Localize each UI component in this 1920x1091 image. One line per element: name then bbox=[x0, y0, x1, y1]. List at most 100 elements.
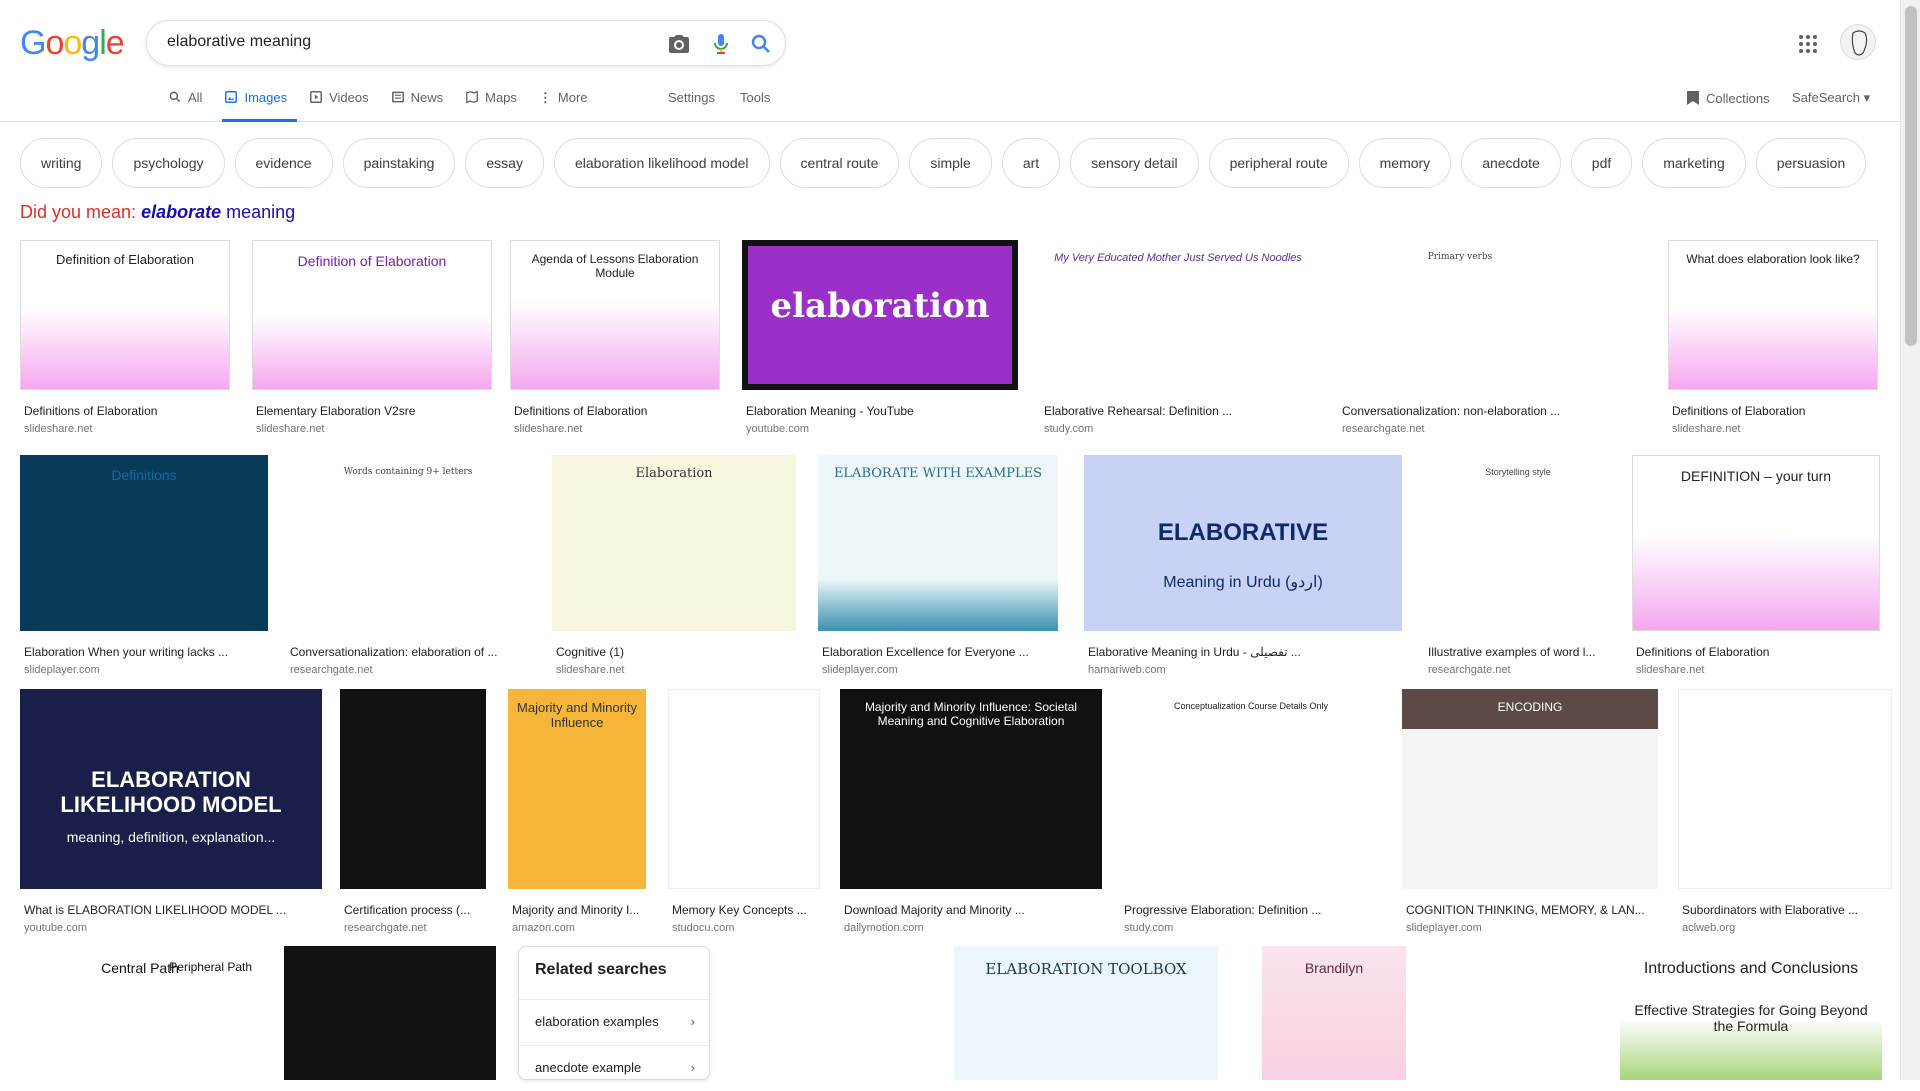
image-result[interactable]: My Very Educated Mother Just Served Us N… bbox=[1040, 240, 1316, 438]
google-logo[interactable]: Google bbox=[20, 24, 125, 63]
result-thumbnail[interactable]: elaboration bbox=[742, 240, 1018, 390]
result-thumbnail[interactable]: ELABORATION TOOLBOX bbox=[954, 946, 1218, 1080]
result-title[interactable]: Elementary Elaboration V2sre bbox=[256, 404, 488, 418]
result-source[interactable]: slideshare.net bbox=[1672, 423, 1741, 435]
result-title[interactable]: Definitions of Elaboration bbox=[514, 404, 716, 418]
result-thumbnail[interactable]: What does elaboration look like? bbox=[1668, 240, 1878, 390]
suggestion-chip[interactable]: pdf bbox=[1570, 138, 1633, 188]
image-result[interactable]: Subordinators with Elaborative ... aclweb… bbox=[1678, 689, 1892, 937]
result-title[interactable]: Conversationalization: elaboration of ..… bbox=[290, 645, 526, 659]
tab-news[interactable]: News bbox=[389, 84, 454, 122]
result-title[interactable]: Subordinators with Elaborative ... bbox=[1682, 903, 1888, 917]
result-thumbnail[interactable]: ELABORATION LIKELIHOOD MODEL meaning, def… bbox=[20, 689, 322, 889]
result-thumbnail[interactable] bbox=[730, 946, 938, 1080]
image-result[interactable]: Definition of Elaboration Elementary Elab… bbox=[252, 240, 492, 438]
result-thumbnail[interactable]: Majority and Minority Influence bbox=[508, 689, 646, 889]
image-result[interactable]: Definitions Elaboration When your writing… bbox=[20, 455, 268, 679]
result-thumbnail[interactable]: Definitions bbox=[20, 455, 268, 631]
result-source[interactable]: slideplayer.com bbox=[24, 664, 100, 676]
image-result[interactable]: Primary verbs Conversationalization: non-… bbox=[1338, 240, 1582, 438]
image-result[interactable]: Certification process (... researchgate.n… bbox=[340, 689, 486, 937]
image-result[interactable]: ELABORATE WITH EXAMPLES Elaboration Excel… bbox=[818, 455, 1058, 679]
image-result[interactable]: Definition of Elaboration Definitions of … bbox=[20, 240, 230, 438]
result-title[interactable]: Elaboration Meaning - YouTube bbox=[746, 404, 1014, 418]
image-result[interactable]: Conceptualization Course Details Only Pro… bbox=[1120, 689, 1382, 937]
result-source[interactable]: youtube.com bbox=[746, 423, 809, 435]
suggestion-chip[interactable]: peripheral route bbox=[1208, 138, 1349, 188]
tab-maps[interactable]: Maps bbox=[463, 84, 527, 122]
suggestion-chip[interactable]: evidence bbox=[234, 138, 333, 188]
result-title[interactable]: Cognitive (1) bbox=[556, 645, 792, 659]
result-thumbnail[interactable]: Majority and Minority Influence: Societa… bbox=[840, 689, 1102, 889]
scrollbar-thumb[interactable] bbox=[1905, 6, 1917, 346]
search-icon[interactable] bbox=[749, 32, 773, 56]
result-title[interactable]: Certification process (... bbox=[344, 903, 482, 917]
image-result[interactable]: ELABORATION LIKELIHOOD MODEL meaning, def… bbox=[20, 689, 322, 937]
image-result[interactable]: elaboration Elaboration Meaning - YouTube… bbox=[742, 240, 1018, 438]
suggestion-chip[interactable]: psychology bbox=[112, 138, 225, 188]
result-thumbnail[interactable]: DEFINITION – your turn bbox=[1632, 455, 1880, 631]
result-source[interactable]: slideplayer.com bbox=[822, 664, 898, 676]
image-result[interactable]: ENCODING COGNITION THINKING, MEMORY, & LA… bbox=[1402, 689, 1658, 937]
settings-link[interactable]: Settings bbox=[668, 90, 715, 105]
image-result[interactable]: Majority and Minority Influence: Societa… bbox=[840, 689, 1102, 937]
tools-link[interactable]: Tools bbox=[740, 90, 770, 105]
image-result[interactable]: Memory Key Concepts ... studocu.com bbox=[668, 689, 820, 937]
result-source[interactable]: study.com bbox=[1044, 423, 1093, 435]
suggestion-chip[interactable]: sensory detail bbox=[1070, 138, 1199, 188]
result-thumbnail[interactable]: Agenda of Lessons Elaboration Module bbox=[510, 240, 720, 390]
result-thumbnail[interactable]: My Very Educated Mother Just Served Us N… bbox=[1040, 240, 1316, 390]
result-source[interactable]: aclweb.org bbox=[1682, 922, 1735, 934]
suggestion-chip[interactable]: memory bbox=[1358, 138, 1452, 188]
suggestion-chip[interactable]: simple bbox=[909, 138, 992, 188]
result-title[interactable]: Definitions of Elaboration bbox=[1672, 404, 1874, 418]
suggestion-chip[interactable]: essay bbox=[465, 138, 544, 188]
result-source[interactable]: slideshare.net bbox=[514, 423, 583, 435]
result-title[interactable]: Elaborative Rehearsal: Definition ... bbox=[1044, 404, 1312, 418]
result-title[interactable]: Memory Key Concepts ... bbox=[672, 903, 816, 917]
result-thumbnail[interactable] bbox=[668, 689, 820, 889]
result-thumbnail[interactable]: Storytelling style bbox=[1424, 455, 1612, 631]
result-source[interactable]: slideshare.net bbox=[1636, 664, 1705, 676]
result-source[interactable]: studocu.com bbox=[672, 922, 734, 934]
suggestion-chip[interactable]: writing bbox=[20, 138, 103, 188]
collections-link[interactable]: Collections bbox=[1686, 90, 1770, 106]
result-title[interactable]: Conversationalization: non-elaboration .… bbox=[1342, 404, 1578, 418]
related-item[interactable]: elaboration examples › bbox=[519, 999, 709, 1045]
scrollbar[interactable] bbox=[1900, 0, 1920, 1080]
microphone-icon[interactable] bbox=[709, 32, 733, 56]
result-title[interactable]: Elaboration When your writing lacks ... bbox=[24, 645, 264, 659]
result-title[interactable]: COGNITION THINKING, MEMORY, & LAN... bbox=[1406, 903, 1654, 917]
result-thumbnail[interactable]: Elaboration bbox=[552, 455, 796, 631]
result-title[interactable]: Definitions of Elaboration bbox=[24, 404, 226, 418]
suggestion-chip[interactable]: elaboration likelihood model bbox=[553, 138, 770, 188]
related-item[interactable]: anecdote example › bbox=[519, 1045, 709, 1091]
result-source[interactable]: hamariweb.com bbox=[1088, 664, 1166, 676]
result-title[interactable]: What is ELABORATION LIKELIHOOD MODEL ... bbox=[24, 903, 318, 917]
tab-videos[interactable]: Videos bbox=[307, 84, 379, 122]
result-thumbnail[interactable]: ELABORATIVE Meaning in Urdu (اردو) bbox=[1084, 455, 1402, 631]
result-thumbnail[interactable]: ENCODING bbox=[1402, 689, 1658, 889]
safesearch-dropdown[interactable]: SafeSearch ▾ bbox=[1792, 90, 1870, 106]
result-title[interactable]: Elaborative Meaning in Urdu - تفصیلی ... bbox=[1088, 645, 1398, 659]
tab-all[interactable]: All bbox=[166, 84, 212, 122]
result-source[interactable]: slideshare.net bbox=[256, 423, 325, 435]
account-avatar[interactable] bbox=[1840, 24, 1876, 60]
result-source[interactable]: youtube.com bbox=[24, 922, 87, 934]
result-source[interactable]: slideshare.net bbox=[556, 664, 625, 676]
result-thumbnail[interactable]: Words containing 9+ letters bbox=[286, 455, 530, 631]
result-thumbnail[interactable]: Primary verbs bbox=[1338, 240, 1582, 390]
image-result[interactable]: Words containing 9+ letters Conversationa… bbox=[286, 455, 530, 679]
suggestion-chip[interactable]: painstaking bbox=[342, 138, 456, 188]
result-source[interactable]: researchgate.net bbox=[290, 664, 373, 676]
suggestion-chip[interactable]: marketing bbox=[1642, 138, 1746, 188]
image-result[interactable]: Majority and Minority Influence Majority … bbox=[508, 689, 646, 937]
result-thumbnail[interactable]: Definition of Elaboration bbox=[20, 240, 230, 390]
result-source[interactable]: amazon.com bbox=[512, 922, 575, 934]
result-title[interactable]: Download Majority and Minority ... bbox=[844, 903, 1098, 917]
result-source[interactable]: dailymotion.com bbox=[844, 922, 923, 934]
result-thumbnail[interactable]: Definition of Elaboration bbox=[252, 240, 492, 390]
image-result[interactable]: What does elaboration look like? Definiti… bbox=[1668, 240, 1878, 438]
image-result[interactable]: Elaboration Cognitive (1) slideshare.net bbox=[552, 455, 796, 679]
tab-more[interactable]: ⋮ More bbox=[537, 84, 598, 122]
